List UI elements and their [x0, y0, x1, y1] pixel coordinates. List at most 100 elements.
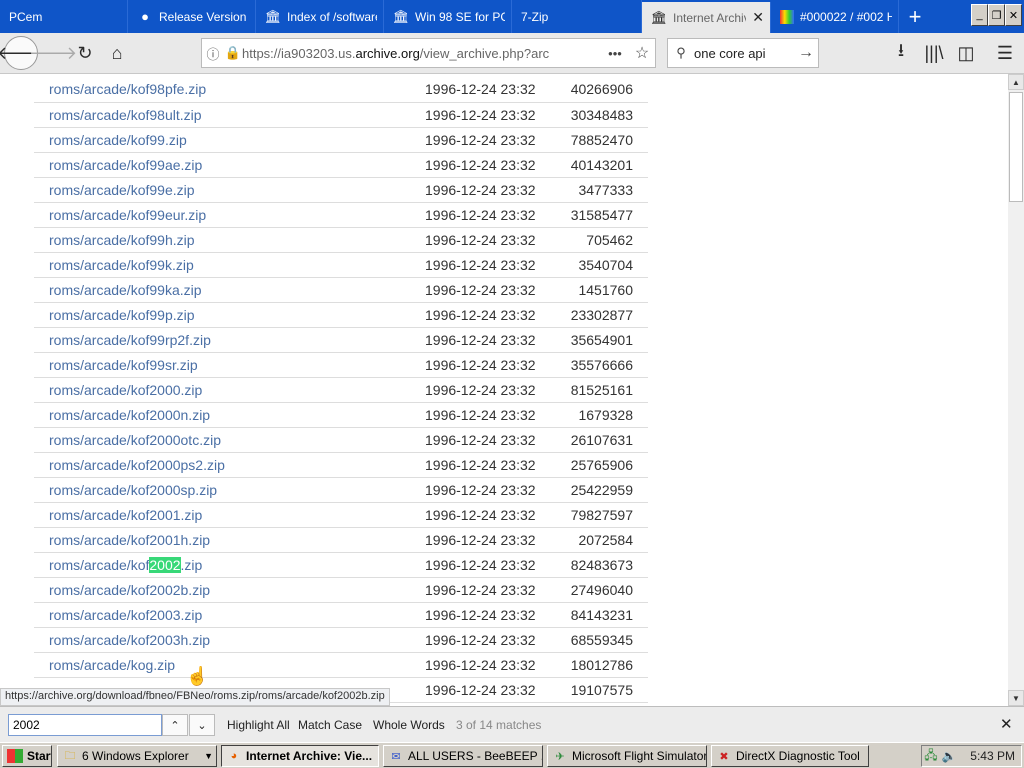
tab-release-version[interactable]: ● Release Version 3.: [128, 0, 256, 33]
table-row: roms/arcade/kof99e.zip 1996-12-24 23:32 34…: [34, 177, 648, 203]
file-link[interactable]: roms/arcade/kof99e.zip: [49, 182, 195, 198]
status-url-tooltip: https://archive.org/download/fbneo/FBNeo…: [0, 688, 390, 706]
file-link[interactable]: roms/arcade/kof99.zip: [49, 132, 187, 148]
file-link[interactable]: roms/arcade/kof99k.zip: [49, 257, 194, 273]
file-link[interactable]: roms/arcade/kof2000sp.zip: [49, 482, 217, 498]
url-bar[interactable]: ⓘ 🔒 https://ia903203.us.archive.org/view…: [201, 38, 656, 68]
file-link[interactable]: roms/arcade/kof2002.zip: [49, 556, 202, 573]
url-text: https://ia903203.us.archive.org/view_arc…: [242, 45, 550, 61]
file-size-cell: 705462: [544, 227, 648, 253]
file-link[interactable]: roms/arcade/kof99ka.zip: [49, 282, 202, 298]
library-icon: |||\: [924, 42, 944, 63]
file-link[interactable]: roms/arcade/kof98ult.zip: [49, 107, 202, 123]
scroll-down-arrow-icon[interactable]: ▼: [1008, 690, 1024, 706]
bookmark-star-icon[interactable]: ☆: [629, 43, 655, 63]
vertical-scrollbar[interactable]: ▲ ▼: [1008, 74, 1024, 706]
file-name-cell: roms/arcade/kof99eur.zip: [34, 202, 409, 228]
file-name-cell: roms/arcade/kof98ult.zip: [34, 102, 409, 128]
file-name-cell: roms/arcade/kof99k.zip: [34, 252, 409, 278]
find-input[interactable]: [8, 714, 162, 736]
tab-pcem[interactable]: PCem: [0, 0, 128, 33]
taskbar-windows-explorer[interactable]: 🗀 6 Windows Explorer ▼: [57, 745, 217, 767]
close-find-bar-icon[interactable]: ✕: [1000, 715, 1013, 733]
tab-color-hex[interactable]: #000022 / #002 H: [771, 0, 899, 33]
tab-7zip[interactable]: 7-Zip: [512, 0, 642, 33]
tab-internet-archive[interactable]: 🏛 Internet Archiv ✕: [642, 2, 771, 33]
archive-icon: 🏛: [264, 8, 282, 24]
file-date-cell: 1996-12-24 23:32: [409, 152, 544, 178]
file-link[interactable]: roms/arcade/kof99eur.zip: [49, 207, 206, 223]
close-window-button[interactable]: ✕: [1005, 4, 1022, 26]
file-link[interactable]: roms/arcade/kof2003h.zip: [49, 632, 210, 648]
home-button[interactable]: ⌂: [102, 38, 132, 68]
file-size-cell: 40266906: [544, 77, 648, 103]
reload-button[interactable]: ↻: [70, 38, 100, 68]
volume-icon[interactable]: 🔈: [940, 749, 958, 763]
scroll-up-arrow-icon[interactable]: ▲: [1008, 74, 1024, 90]
table-row: roms/arcade/kof98ult.zip 1996-12-24 23:32…: [34, 102, 648, 128]
file-link[interactable]: roms/arcade/kof99h.zip: [49, 232, 195, 248]
new-tab-button[interactable]: +: [900, 0, 930, 33]
network-icon[interactable]: 🖧: [922, 746, 940, 767]
file-link[interactable]: roms/arcade/kog.zip: [49, 657, 175, 673]
match-count: 3 of 14 matches: [456, 718, 542, 732]
file-link[interactable]: roms/arcade/kof98pfe.zip: [49, 81, 206, 97]
taskbar-label: 6 Windows Explorer: [82, 749, 189, 763]
scroll-thumb[interactable]: [1009, 92, 1023, 202]
forward-button[interactable]: 🡒: [29, 38, 77, 68]
file-date-cell: 1996-12-24 23:32: [409, 202, 544, 228]
table-row: roms/arcade/kof2000.zip 1996-12-24 23:32 8…: [34, 377, 648, 403]
table-row: roms/arcade/kof99ka.zip 1996-12-24 23:32 1…: [34, 277, 648, 303]
file-name-cell: roms/arcade/kof99ae.zip: [34, 152, 409, 178]
file-link[interactable]: roms/arcade/kof2002b.zip: [49, 582, 210, 598]
file-link[interactable]: roms/arcade/kof2001.zip: [49, 507, 202, 523]
find-next-button[interactable]: ⌄: [189, 714, 215, 736]
menu-button[interactable]: ☰: [990, 38, 1020, 68]
clock[interactable]: 5:43 PM: [970, 749, 1021, 763]
match-case-checkbox[interactable]: Match Case: [298, 718, 362, 732]
file-size-cell: 84143231: [544, 602, 648, 628]
file-name-cell: roms/arcade/kof2000n.zip: [34, 402, 409, 428]
sidebar-button[interactable]: ◫: [951, 38, 981, 68]
start-button[interactable]: Start: [2, 745, 52, 767]
table-row: roms/arcade/kof2000otc.zip 1996-12-24 23:…: [34, 427, 648, 453]
search-bar[interactable]: ⚲ one core api →: [667, 38, 819, 68]
table-row: roms/arcade/kof99p.zip 1996-12-24 23:32 23…: [34, 302, 648, 328]
table-row: roms/arcade/kof2001.zip 1996-12-24 23:32 7…: [34, 502, 648, 528]
whole-words-checkbox[interactable]: Whole Words: [373, 718, 445, 732]
table-row: roms/arcade/kof99rp2f.zip 1996-12-24 23:3…: [34, 327, 648, 353]
taskbar-flight-simulator[interactable]: ✈ Microsoft Flight Simulator 98: [547, 745, 707, 767]
file-date-cell: 1996-12-24 23:32: [409, 577, 544, 603]
table-row: roms/arcade/kof2000sp.zip 1996-12-24 23:3…: [34, 477, 648, 503]
search-go-icon[interactable]: →: [794, 44, 818, 62]
find-previous-button[interactable]: ⌃: [162, 714, 188, 736]
minimize-button[interactable]: _: [971, 4, 988, 26]
file-link[interactable]: roms/arcade/kof2000ps2.zip: [49, 457, 225, 473]
taskbar-directx-diag[interactable]: ✖ DirectX Diagnostic Tool: [711, 745, 869, 767]
file-link[interactable]: roms/arcade/kof2001h.zip: [49, 532, 210, 548]
tab-win98se[interactable]: 🏛 Win 98 SE for PCe: [384, 0, 512, 33]
file-link[interactable]: roms/arcade/kof99p.zip: [49, 307, 195, 323]
file-link[interactable]: roms/arcade/kof2003.zip: [49, 607, 202, 623]
highlight-all-checkbox[interactable]: Highlight All: [227, 718, 290, 732]
start-label: Start: [27, 749, 52, 763]
taskbar-beebeep[interactable]: ✉ ALL USERS - BeeBEEP ...: [383, 745, 543, 767]
file-link[interactable]: roms/arcade/kof99ae.zip: [49, 157, 202, 173]
close-tab-icon[interactable]: ✕: [746, 9, 764, 26]
page-actions-icon[interactable]: •••: [601, 46, 629, 61]
taskbar-internet-archive[interactable]: ◕ Internet Archive: Vie...: [221, 745, 379, 767]
file-link[interactable]: roms/arcade/kof99rp2f.zip: [49, 332, 211, 348]
info-icon[interactable]: ⓘ: [202, 44, 224, 63]
file-size-cell: 82483673: [544, 552, 648, 578]
downloads-button[interactable]: ⭳: [886, 38, 916, 68]
file-size-cell: 27496040: [544, 577, 648, 603]
file-link[interactable]: roms/arcade/kof2000.zip: [49, 382, 202, 398]
restore-button[interactable]: ❐: [988, 4, 1005, 26]
search-input[interactable]: one core api: [694, 46, 794, 61]
file-link[interactable]: roms/arcade/kof99sr.zip: [49, 357, 198, 373]
file-link[interactable]: roms/arcade/kof2000n.zip: [49, 407, 210, 423]
file-link[interactable]: roms/arcade/kof2000otc.zip: [49, 432, 221, 448]
library-button[interactable]: |||\: [919, 38, 949, 68]
download-icon: ⭳: [897, 40, 905, 60]
tab-index-of-software[interactable]: 🏛 Index of /software: [256, 0, 384, 33]
